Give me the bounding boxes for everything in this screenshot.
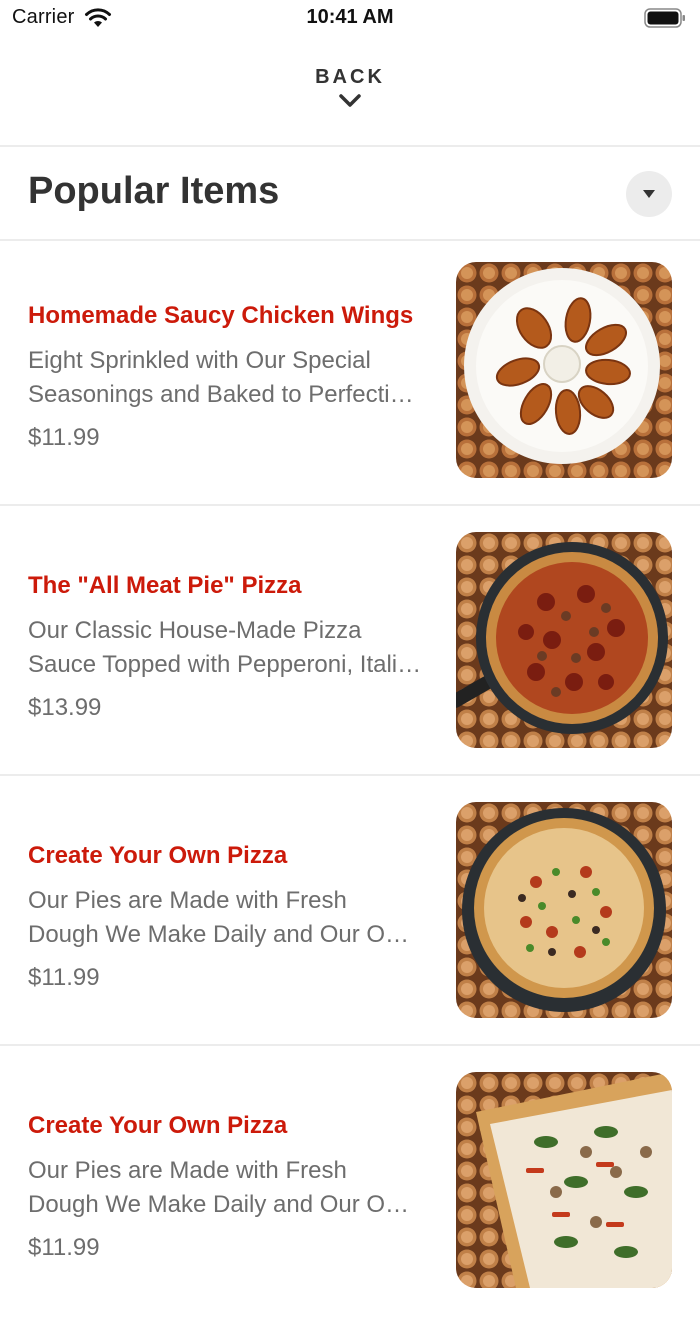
item-price: $11.99: [28, 1234, 100, 1261]
status-time: 10:41 AM: [306, 6, 394, 28]
item-name: Create Your Own Pizza: [28, 1112, 288, 1139]
item-description: Our Pies are Made with Fresh Dough We Ma…: [28, 884, 430, 952]
item-name: Homemade Saucy Chicken Wings: [28, 302, 414, 329]
triangle-down-icon: [643, 190, 655, 198]
section-title: Popular Items: [28, 170, 280, 212]
item-price: $11.99: [28, 964, 100, 991]
item-description-line: Seasonings and Baked to Perfecti…: [28, 381, 414, 408]
divider: [0, 1044, 700, 1046]
item-name: Create Your Own Pizza: [28, 842, 288, 869]
item-name: The "All Meat Pie" Pizza: [28, 572, 302, 599]
divider: [0, 239, 700, 241]
item-description-line: Sauce Topped with Pepperoni, Itali…: [28, 651, 422, 678]
item-description-line: Our Pies are Made with Fresh: [28, 887, 347, 914]
item-description: Our Pies are Made with Fresh Dough We Ma…: [28, 1154, 430, 1222]
item-description: Our Classic House-Made Pizza Sauce Toppe…: [28, 614, 430, 682]
item-description-line: Our Classic House-Made Pizza: [28, 617, 362, 644]
item-price: $13.99: [28, 694, 102, 721]
chevron-down-icon: [339, 94, 361, 107]
spinach-pizza-photo: [456, 1072, 672, 1288]
menu-item[interactable]: Create Your Own Pizza Our Pies are Made …: [0, 782, 700, 1052]
divider: [0, 774, 700, 776]
item-description-line: Eight Sprinkled with Our Special: [28, 347, 371, 374]
divider: [0, 504, 700, 506]
menu-item[interactable]: Create Your Own Pizza Our Pies are Made …: [0, 1052, 700, 1322]
menu-item[interactable]: The "All Meat Pie" Pizza Our Classic Hou…: [0, 512, 700, 782]
status-bar: Carrier 10:41 AM: [0, 0, 700, 36]
item-description-line: Dough We Make Daily and Our O…: [28, 1191, 410, 1218]
collapse-section-button[interactable]: [626, 171, 672, 217]
item-price: $11.99: [28, 424, 100, 451]
divider: [0, 145, 700, 147]
item-description: Eight Sprinkled with Our Special Seasoni…: [28, 344, 430, 412]
meat-pizza-photo: [456, 532, 672, 748]
battery-icon: [644, 8, 685, 28]
veggie-pizza-photo: [456, 802, 672, 1018]
chicken-wings-photo: [456, 262, 672, 478]
back-button[interactable]: BACK: [0, 66, 700, 126]
item-description-line: Our Pies are Made with Fresh: [28, 1157, 347, 1184]
item-description-line: Dough We Make Daily and Our O…: [28, 921, 410, 948]
back-label: BACK: [315, 66, 385, 88]
menu-item[interactable]: Homemade Saucy Chicken Wings Eight Sprin…: [0, 242, 700, 512]
